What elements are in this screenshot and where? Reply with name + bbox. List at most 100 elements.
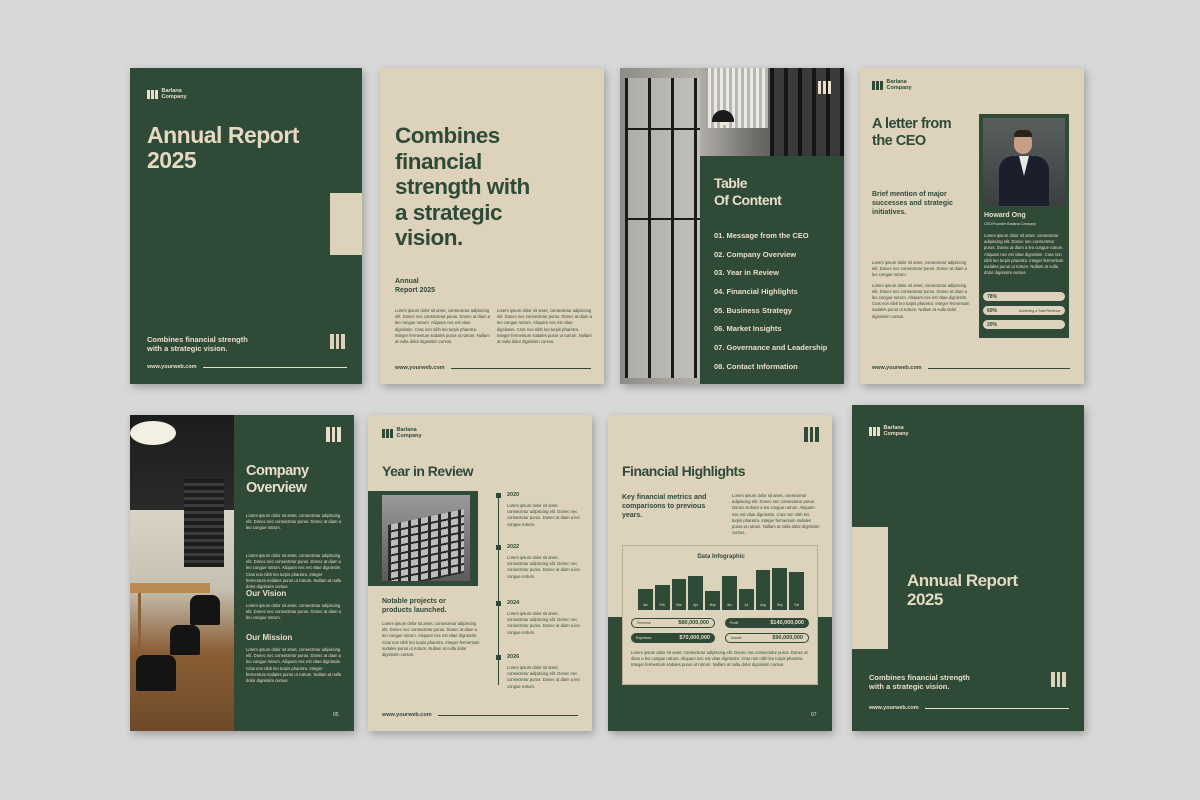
cover-accent-block	[330, 193, 362, 255]
toc-item-5[interactable]: 05. Business Strategy	[714, 306, 792, 315]
timeline-marker	[496, 545, 501, 550]
fin-box-revenue: Revenue $80,000,000	[631, 618, 715, 628]
toc-item-4[interactable]: 04. Financial Highlights	[714, 287, 798, 296]
timeline-year-2024: 2024	[507, 600, 520, 606]
footer-url: www.yourweb.com	[147, 364, 197, 370]
toc-item-2[interactable]: 02. Company Overview	[714, 250, 796, 259]
fin-value-expenses: $70,000,000	[679, 635, 710, 641]
financial-subtitle-1: Key financial metrics and	[622, 494, 707, 501]
chart-bar-label: Oct	[794, 603, 800, 607]
intro-heading-3: strength with	[395, 174, 530, 199]
back-title: Annual Report 2025	[907, 571, 1018, 609]
cover-title-line-2: 2025	[147, 147, 197, 173]
logo-mark-icon	[872, 80, 883, 90]
review-caption-2: products launched.	[382, 607, 447, 614]
timeline-body-3: Lorem ipsum dolor sit amet, consectetur …	[507, 611, 580, 635]
financial-body: Lorem ipsum dolor sit amet, consectetur …	[732, 493, 820, 536]
brand-line-2: Company	[161, 94, 187, 100]
toc-title-2: Of Content	[714, 192, 782, 208]
fin-value-revenue: $80,000,000	[678, 620, 709, 626]
ceo-role: CEO/Founder Barlana Company	[984, 222, 1036, 226]
chart-bar-label: Jun	[726, 603, 732, 607]
fin-key-expenses: Expenses	[636, 636, 652, 640]
ceo-stat-2-note: Achieving a Total Revenue	[1019, 308, 1061, 313]
chart-bar-label: May	[709, 603, 716, 607]
ceo-page: Barlana Company A letter from the CEO Bri…	[860, 68, 1084, 384]
fin-value-profit: $140,000,000	[770, 620, 804, 626]
meeting-room-photo	[130, 415, 234, 731]
logo-mark-icon	[382, 428, 393, 438]
review-body: Lorem ipsum dolor sit amet, consectetur …	[382, 621, 480, 658]
overview-body-1: Lorem ipsum dolor sit amet, consectetur …	[246, 513, 341, 531]
toc-item-1[interactable]: 01. Message from the CEO	[714, 231, 809, 240]
bars-icon	[804, 427, 819, 442]
back-tagline: Combines financial strength with a strat…	[869, 673, 970, 691]
review-title: Year in Review	[382, 463, 474, 479]
back-footer: www.yourweb.com	[869, 705, 1069, 711]
financial-subtitle-3: years.	[622, 512, 643, 519]
company-logo: Barlana Company	[872, 79, 919, 91]
ceo-stat-2-value: 60%	[987, 307, 998, 314]
ceo-footer: www.yourweb.com	[872, 365, 1070, 371]
bars-icon	[326, 427, 341, 442]
timeline-year-2020: 2020	[507, 492, 520, 498]
overview-page: Company Overview Lorem ipsum dolor sit a…	[130, 415, 354, 731]
company-logo: Barlana Company	[147, 88, 194, 100]
ceo-body: Lorem ipsum dolor sit amet, consectetur …	[872, 260, 972, 320]
logo-mark-icon	[869, 426, 880, 436]
ceo-stat-3: 20%	[983, 320, 1065, 329]
ceo-title-1: A letter from	[872, 116, 952, 132]
infographic-body: Lorem ipsum dolor sit amet, consectetur …	[631, 650, 808, 668]
toc-item-3[interactable]: 03. Year in Review	[714, 268, 779, 277]
footer-url: www.yourweb.com	[869, 705, 919, 711]
chart-plot-area: Jan Feb Mar Apr May Jun Jul Aug Sep Oct	[637, 568, 805, 610]
intro-subtitle: Annual Report 2025	[395, 278, 435, 295]
timeline-body-2: Lorem ipsum dolor sit amet, consectetur …	[507, 555, 580, 579]
ceo-subtitle-3: initiatives.	[872, 209, 907, 216]
chart-bar-label: Aug	[760, 603, 766, 607]
intro-heading-5: vision.	[395, 225, 463, 250]
intro-footer: www.yourweb.com	[395, 365, 591, 371]
toc-title-1: Table	[714, 175, 748, 191]
cover-page: Barlana Company Annual Report 2025 Combin…	[130, 68, 362, 384]
fin-value-assets: $90,000,000	[772, 635, 803, 641]
fin-key-revenue: Revenue	[637, 621, 652, 625]
intro-heading: Combines financial strength with a strat…	[395, 123, 530, 251]
review-page: Barlana Company Year in Review Notable pr…	[368, 415, 592, 731]
toc-title: Table Of Content	[714, 175, 782, 209]
intro-subtitle-2: Report 2025	[395, 286, 436, 294]
cover-tagline-2: with a strategic vision.	[147, 344, 228, 353]
toc-item-6[interactable]: 06. Market Insights	[714, 324, 782, 333]
toc-item-7[interactable]: 07. Governance and Leadership	[714, 343, 827, 352]
ceo-title-2: the CEO	[872, 133, 926, 149]
ceo-title: A letter from the CEO	[872, 116, 952, 150]
toc-item-8[interactable]: 08. Contact Information	[714, 362, 798, 371]
ceo-stat-3-value: 20%	[987, 321, 998, 328]
infographic-card: Data Infographic Jan Feb Mar Apr May Jun Jul Au…	[622, 545, 818, 685]
cover-tagline-1: Combines financial strength	[147, 335, 248, 344]
fin-key-profit: Profit	[730, 621, 739, 625]
chart-bar-label: Sep	[776, 603, 783, 607]
cover-tagline: Combines financial strength with a strat…	[147, 335, 248, 353]
review-caption: Notable projects or products launched.	[382, 597, 447, 615]
company-logo: Barlana Company	[869, 425, 916, 437]
timeline-marker	[496, 493, 501, 498]
timeline-marker	[496, 655, 501, 660]
overview-body-2: Lorem ipsum dolor sit amet, consectetur …	[246, 553, 342, 590]
chart-bar-label: Apr	[693, 603, 699, 607]
back-accent-block	[852, 527, 888, 649]
intro-page: Combines financial strength with a strat…	[380, 68, 604, 384]
financial-page: Financial Highlights Key financial metri…	[608, 415, 832, 731]
bars-icon	[1051, 672, 1066, 687]
brand-line-2: Company	[883, 431, 909, 437]
brand-line-2: Company	[886, 85, 912, 91]
financial-subtitle: Key financial metrics and comparisons to…	[622, 493, 706, 520]
chart-bar	[705, 591, 720, 610]
ceo-panel-body: Lorem ipsum dolor sit amet, consectetur …	[984, 233, 1064, 276]
brand-line-2: Company	[396, 433, 422, 439]
vision-body: Lorem ipsum dolor sit amet, consectetur …	[246, 603, 341, 621]
review-caption-1: Notable projects or	[382, 598, 446, 605]
intro-heading-4: a strategic	[395, 199, 503, 225]
footer-url: www.yourweb.com	[872, 365, 922, 371]
chart-title: Data Infographic	[697, 554, 745, 560]
